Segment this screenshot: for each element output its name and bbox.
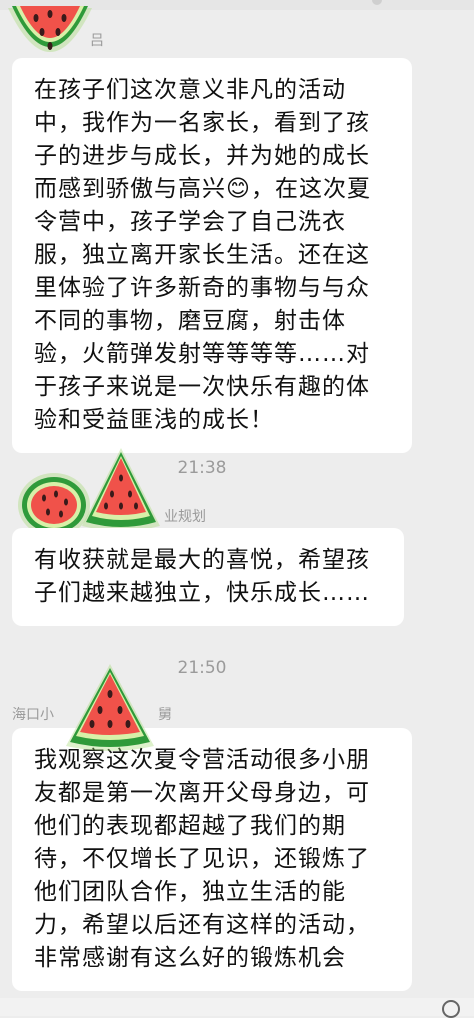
emoji-icon[interactable] (442, 1000, 460, 1018)
message-bubble[interactable]: 在孩子们这次意义非凡的活动 中，我作为一名家长，看到了孩 子的进步与成长，并为她… (12, 58, 412, 453)
watermelon-sticker (66, 664, 154, 751)
message-bubble[interactable]: 有收获就是最大的喜悦，希望孩 子们越来越独立，快乐成长…… (12, 528, 404, 626)
timestamp: 21:38 (177, 458, 227, 478)
sender-name-1: 吕 (90, 33, 104, 49)
sender-name-3-suffix: 舅 (158, 707, 172, 723)
sender-name-3: 海口小 (12, 707, 54, 723)
input-bar (0, 998, 474, 1016)
message-bubble[interactable]: 我观察这次夏令营活动很多小朋 友都是第一次离开父母身边，可 他们的表现都超越了我… (12, 728, 412, 991)
sender-name-2: 业规划 (164, 509, 206, 525)
status-dot (372, 0, 382, 5)
timestamp: 21:50 (177, 658, 227, 678)
watermelon-sticker (82, 448, 160, 531)
